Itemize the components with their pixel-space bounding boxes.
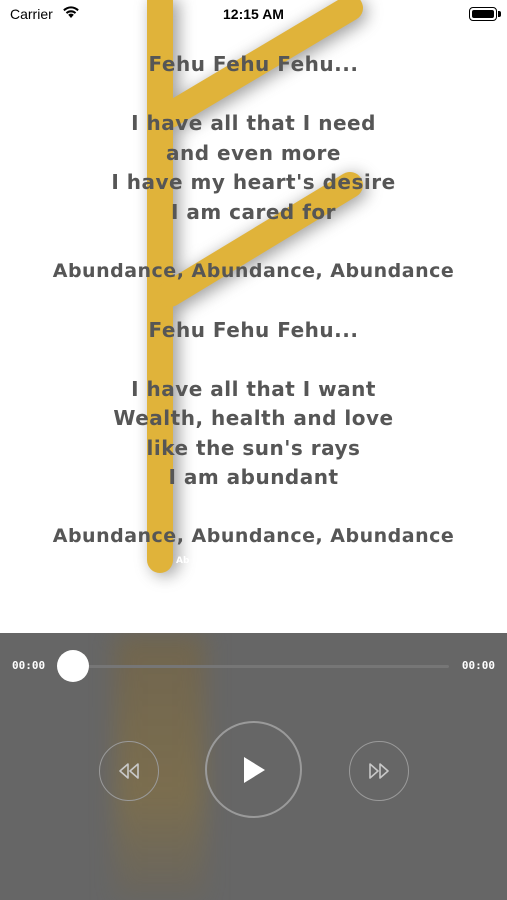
fast-forward-button[interactable]	[349, 741, 409, 801]
lyric-line: I have my heart's desire	[111, 170, 396, 194]
lyric-line: Fehu Fehu Fehu...	[148, 52, 359, 76]
duration-time: 00:00	[461, 659, 495, 672]
lyric-line: I am cared for	[170, 199, 337, 224]
audio-player: 00:00 00:00	[0, 633, 507, 900]
lyric-line: I have all that I need	[131, 111, 376, 135]
progress-thumb[interactable]	[57, 650, 89, 682]
lyrics: Fehu Fehu Fehu... I have all that I need…	[0, 50, 507, 552]
fast-forward-icon	[369, 763, 389, 779]
lyric-line: Abundance, Abundance, Abundance	[52, 259, 455, 282]
play-icon	[243, 756, 265, 783]
lyric-line: I am abundant	[168, 465, 339, 489]
lyric-line: I have all that I want	[131, 376, 376, 401]
lyric-line: and even more	[166, 140, 341, 165]
play-button[interactable]	[205, 721, 302, 818]
lyric-line: Wealth, health and love	[113, 406, 394, 430]
progress-track[interactable]	[58, 665, 449, 668]
rewind-icon	[119, 763, 139, 779]
lyric-line: Fehu Fehu Fehu...	[148, 317, 359, 342]
lyric-line: like the sun's rays	[146, 435, 361, 460]
rewind-button[interactable]	[99, 741, 159, 801]
caption-text: Ab	[176, 556, 190, 566]
elapsed-time: 00:00	[12, 659, 46, 672]
lyric-line: Abundance, Abundance, Abundance	[52, 525, 455, 547]
